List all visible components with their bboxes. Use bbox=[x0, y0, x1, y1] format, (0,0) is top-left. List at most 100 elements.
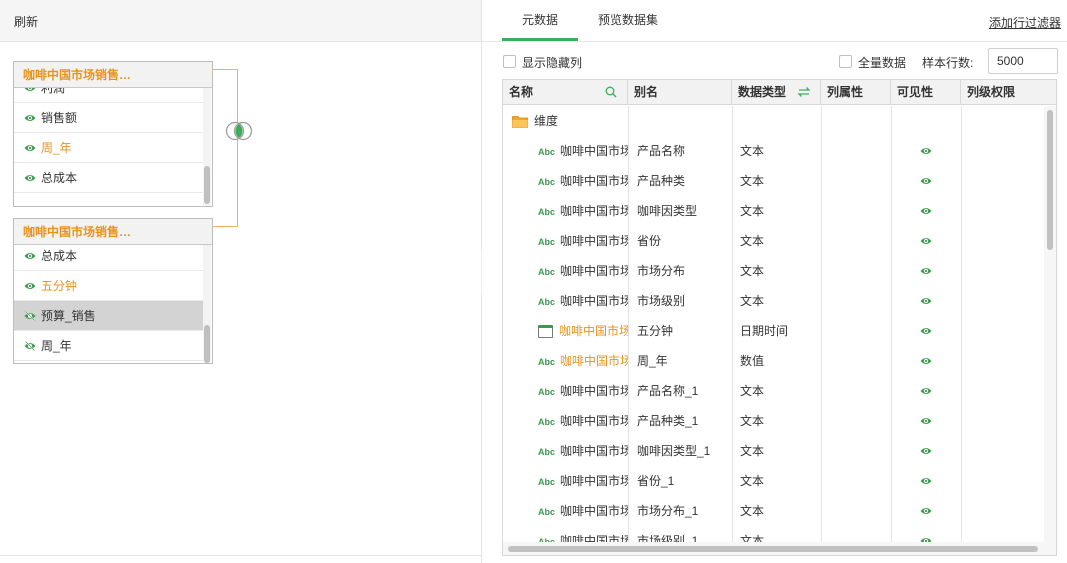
cell-data-type[interactable]: 数值 bbox=[740, 346, 818, 376]
cell-name[interactable]: Abc 咖啡中国市场 bbox=[538, 526, 628, 542]
cell-data-type[interactable]: 文本 bbox=[740, 526, 818, 542]
column-header-alias[interactable]: 别名 bbox=[628, 80, 732, 105]
tab-preview-dataset[interactable]: 预览数据集 bbox=[598, 11, 658, 28]
grid-row[interactable]: Abc 咖啡中国市场 产品种类_1 文本 bbox=[503, 406, 1043, 436]
eye-off-icon[interactable] bbox=[24, 340, 36, 352]
table-field-item[interactable]: 预算_销售 bbox=[14, 301, 204, 331]
column-header-visibility[interactable]: 可见性 bbox=[891, 80, 961, 105]
cell-column-attr[interactable] bbox=[820, 436, 890, 466]
eye-icon[interactable] bbox=[920, 235, 932, 247]
cell-column-attr[interactable] bbox=[820, 196, 890, 226]
sample-rows-input[interactable] bbox=[988, 48, 1058, 74]
grid-row[interactable]: Abc 咖啡中国市场 产品种类 文本 bbox=[503, 166, 1043, 196]
eye-icon[interactable] bbox=[920, 355, 932, 367]
eye-icon[interactable] bbox=[920, 415, 932, 427]
cell-visibility[interactable] bbox=[920, 526, 934, 542]
cell-column-permission[interactable] bbox=[962, 526, 1042, 542]
table-node-card[interactable]: 咖啡中国市场销售… 利润 销售额 周_年 总成本 bbox=[13, 61, 213, 207]
cell-data-type[interactable]: 日期时间 bbox=[740, 316, 818, 346]
cell-column-permission[interactable] bbox=[962, 136, 1042, 166]
table-field-item[interactable]: 总成本 bbox=[14, 163, 204, 193]
cell-column-attr[interactable] bbox=[820, 286, 890, 316]
cell-visibility[interactable] bbox=[920, 346, 934, 376]
table-node-card[interactable]: 咖啡中国市场销售… 总成本 五分钟 预算_销售 周_年 bbox=[13, 218, 213, 364]
cell-column-permission[interactable] bbox=[962, 286, 1042, 316]
cell-alias[interactable]: 产品种类 bbox=[637, 166, 729, 196]
cell-column-permission[interactable] bbox=[962, 316, 1042, 346]
cell-name[interactable]: Abc 咖啡中国市场 bbox=[538, 226, 628, 256]
eye-off-icon[interactable] bbox=[24, 310, 36, 322]
cell-alias[interactable]: 五分钟 bbox=[637, 316, 729, 346]
cell-column-attr[interactable] bbox=[820, 226, 890, 256]
search-icon[interactable] bbox=[605, 86, 617, 98]
eye-icon[interactable] bbox=[24, 250, 36, 262]
cell-name[interactable]: Abc 咖啡中国市场 bbox=[538, 496, 628, 526]
horizontal-scrollbar-thumb[interactable] bbox=[508, 546, 1038, 552]
table-node-title[interactable]: 咖啡中国市场销售… bbox=[14, 62, 212, 88]
cell-name[interactable]: Abc 咖啡中国市场 bbox=[538, 436, 628, 466]
column-header-column-permission[interactable]: 列级权限 bbox=[961, 80, 1056, 105]
table-field-item[interactable]: 周_年 bbox=[14, 133, 204, 163]
eye-icon[interactable] bbox=[920, 505, 932, 517]
cell-column-permission[interactable] bbox=[962, 346, 1042, 376]
eye-icon[interactable] bbox=[24, 172, 36, 184]
eye-icon[interactable] bbox=[24, 88, 36, 94]
cell-column-permission[interactable] bbox=[962, 166, 1042, 196]
eye-icon[interactable] bbox=[920, 295, 932, 307]
cell-visibility[interactable] bbox=[920, 286, 934, 316]
cell-column-attr[interactable] bbox=[820, 346, 890, 376]
vertical-scrollbar[interactable] bbox=[1044, 106, 1056, 555]
cell-column-attr[interactable] bbox=[820, 136, 890, 166]
grid-row[interactable]: Abc 咖啡中国市场 市场分布 文本 bbox=[503, 256, 1043, 286]
cell-data-type[interactable]: 文本 bbox=[740, 286, 818, 316]
cell-column-attr[interactable] bbox=[820, 466, 890, 496]
cell-name[interactable]: Abc 咖啡中国市场 bbox=[538, 166, 628, 196]
cell-column-permission[interactable] bbox=[962, 436, 1042, 466]
field-list-scrollbar-thumb[interactable] bbox=[204, 166, 210, 204]
refresh-button[interactable]: 刷新 bbox=[14, 13, 38, 30]
eye-icon[interactable] bbox=[24, 280, 36, 292]
cell-alias[interactable]: 咖啡因类型 bbox=[637, 196, 729, 226]
cell-name[interactable]: Abc 咖啡中国市场 bbox=[538, 256, 628, 286]
grid-row[interactable]: Abc 咖啡中国市场 周_年 数值 bbox=[503, 346, 1043, 376]
cell-column-attr[interactable] bbox=[820, 256, 890, 286]
table-field-item[interactable]: 销售额 bbox=[14, 103, 204, 133]
table-field-item[interactable]: 总成本 bbox=[14, 245, 204, 271]
show-hidden-columns-checkbox[interactable] bbox=[503, 55, 516, 68]
tab-metadata[interactable]: 元数据 bbox=[522, 11, 558, 28]
eye-icon[interactable] bbox=[920, 265, 932, 277]
cell-visibility[interactable] bbox=[920, 466, 934, 496]
full-data-label[interactable]: 全量数据 bbox=[858, 54, 906, 71]
cell-visibility[interactable] bbox=[920, 166, 934, 196]
dimension-group-row[interactable]: 维度 bbox=[503, 106, 1043, 136]
cell-visibility[interactable] bbox=[920, 256, 934, 286]
cell-alias[interactable]: 周_年 bbox=[637, 346, 729, 376]
eye-icon[interactable] bbox=[920, 325, 932, 337]
swap-icon[interactable] bbox=[797, 86, 811, 98]
table-node-title[interactable]: 咖啡中国市场销售… bbox=[14, 219, 212, 245]
inner-join-icon[interactable] bbox=[223, 121, 255, 141]
grid-row[interactable]: Abc 咖啡中国市场 省份_1 文本 bbox=[503, 466, 1043, 496]
eye-icon[interactable] bbox=[920, 535, 932, 542]
eye-icon[interactable] bbox=[920, 145, 932, 157]
cell-data-type[interactable]: 文本 bbox=[740, 226, 818, 256]
eye-icon[interactable] bbox=[920, 475, 932, 487]
grid-row[interactable]: Abc 咖啡中国市场 市场级别 文本 bbox=[503, 286, 1043, 316]
field-list-scrollbar[interactable] bbox=[203, 245, 211, 363]
cell-name[interactable]: Abc 咖啡中国市场 bbox=[538, 196, 628, 226]
cell-visibility[interactable] bbox=[920, 196, 934, 226]
cell-column-attr[interactable] bbox=[820, 496, 890, 526]
cell-alias[interactable]: 市场级别_1 bbox=[637, 526, 729, 542]
cell-visibility[interactable] bbox=[920, 436, 934, 466]
cell-column-permission[interactable] bbox=[962, 496, 1042, 526]
cell-alias[interactable]: 咖啡因类型_1 bbox=[637, 436, 729, 466]
show-hidden-columns-label[interactable]: 显示隐藏列 bbox=[522, 54, 582, 71]
cell-name[interactable]: Abc 咖啡中国市场 bbox=[538, 376, 628, 406]
cell-data-type[interactable]: 文本 bbox=[740, 436, 818, 466]
eye-icon[interactable] bbox=[920, 205, 932, 217]
grid-row[interactable]: Abc 咖啡中国市场 市场分布_1 文本 bbox=[503, 496, 1043, 526]
cell-alias[interactable]: 产品名称 bbox=[637, 136, 729, 166]
cell-visibility[interactable] bbox=[920, 406, 934, 436]
column-header-data-type[interactable]: 数据类型 bbox=[732, 80, 821, 105]
grid-row[interactable]: Abc 咖啡中国市场 咖啡因类型_1 文本 bbox=[503, 436, 1043, 466]
